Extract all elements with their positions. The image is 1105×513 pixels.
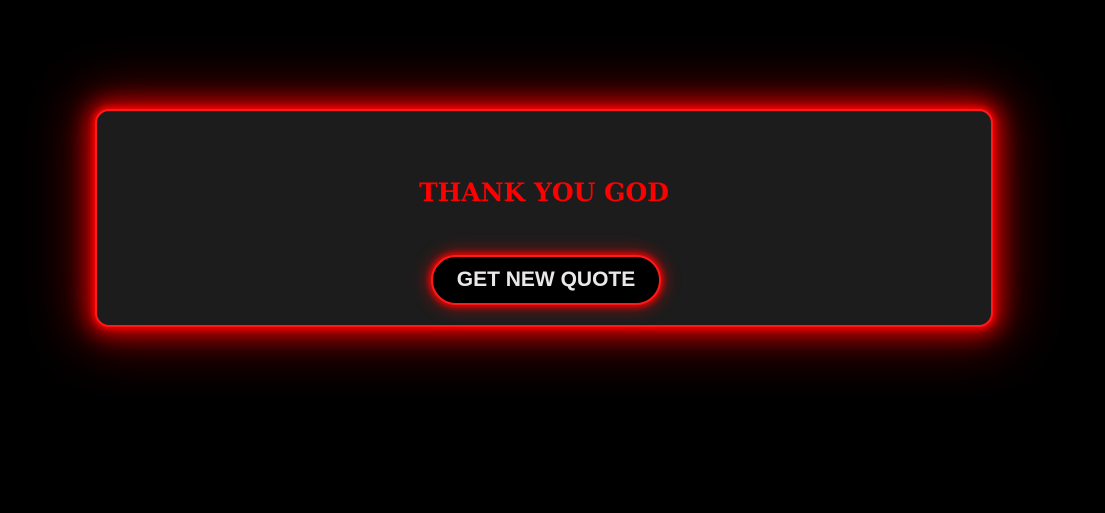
- quote-text: THANK YOU GOD: [419, 178, 669, 207]
- page: THANK YOU GOD GET NEW QUOTE: [0, 0, 1105, 513]
- get-new-quote-button[interactable]: GET NEW QUOTE: [431, 255, 661, 305]
- quote-card: THANK YOU GOD GET NEW QUOTE: [95, 109, 993, 327]
